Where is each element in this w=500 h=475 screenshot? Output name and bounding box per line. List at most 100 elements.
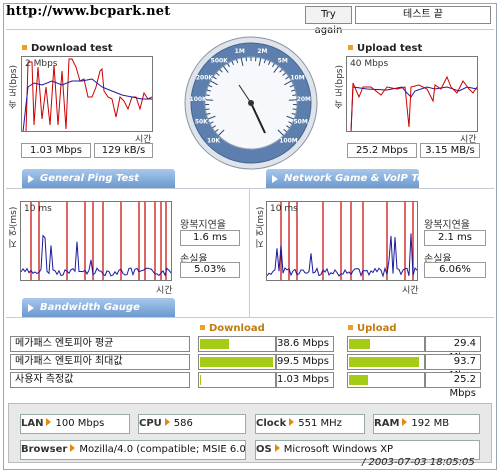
game-latency-label: 왕복지연율 (424, 220, 470, 231)
game-ping-time-label: 시간 (402, 286, 419, 296)
upload-bar-fill (349, 357, 419, 367)
ping-center-divider (249, 189, 250, 317)
game-ping-banner: Network Game & VoIP Test (266, 169, 434, 188)
bullet-icon (200, 325, 205, 330)
general-ping-banner: General Ping Test (22, 169, 175, 188)
arrow-right-icon (164, 418, 170, 426)
general-ping-time-label: 시간 (156, 286, 173, 296)
upload-test-title: Upload test (348, 43, 422, 54)
arrow-right-icon (28, 175, 34, 183)
upload-trace-red (350, 75, 477, 131)
upload-trace-blue (350, 86, 477, 131)
upload-bar-fill (349, 375, 368, 385)
arrow-right-icon (28, 304, 34, 312)
bandwidth-banner: Bandwidth Gauge (22, 298, 175, 317)
download-graph: 2 Mbps (21, 56, 153, 132)
game-loss-value: 6.06% (424, 262, 486, 278)
gauge-scale-label: 500K (211, 58, 229, 65)
upload-value: 93.7 Mbps (425, 354, 481, 381)
gauge-scale-label: 200K (196, 75, 214, 82)
bandwidth-download-header: Download (200, 323, 265, 334)
general-ping-scale-label: 10 ms (24, 204, 52, 214)
try-again-button[interactable]: Try again (305, 6, 352, 36)
download-bar-fill (200, 357, 274, 367)
game-ping-scale-label: 10 ms (270, 204, 298, 214)
cpu-info: CPU 586 (138, 414, 246, 434)
gauge-scale-label: 2M (257, 48, 267, 55)
gauge-hub (248, 100, 254, 106)
bandwidth-divider (6, 317, 494, 318)
gauge-scale-label: 50M (293, 119, 307, 126)
speed-gauge: 10K 50K 100K 200K 500K 1M 2M 5M 10M 20M 50M 100M (183, 35, 319, 171)
download-scale-label: 2 Mbps (25, 59, 58, 69)
upload-graph: 40 Mbps (346, 56, 478, 132)
arrow-right-icon (274, 444, 280, 452)
upload-bar (347, 354, 425, 370)
bullet-icon (22, 45, 27, 50)
upload-value: 25.2 Mbps (425, 372, 481, 399)
download-trace-blue (22, 78, 152, 131)
download-speed-bps: 1.03 Mbps (21, 143, 91, 158)
gauge-scale-label: 10K (207, 137, 220, 144)
download-trace-red (25, 58, 152, 131)
gauge-scale-label: 100M (279, 137, 298, 144)
arrow-right-icon (402, 418, 408, 426)
upload-value: 29.4 Mbps (425, 336, 481, 363)
general-loss-value: 5.03% (180, 262, 240, 278)
game-latency-value: 2.1 ms (424, 230, 486, 246)
bandwidth-row-label: 메가패스 엔토피아 평균 (10, 336, 190, 352)
bandwidth-row-label: 메가패스 엔토피아 최대값 (10, 354, 190, 370)
upload-bar (347, 336, 425, 352)
gauge-tick (288, 99, 297, 101)
clock-info: Clock 551 MHz (255, 414, 365, 434)
download-axis-label: 속 도(bps) (9, 65, 19, 109)
general-ping-graph: 10 ms (20, 201, 172, 281)
upload-scale-label: 40 Mbps (350, 59, 389, 69)
game-ping-graph: 10 ms (266, 201, 418, 281)
download-value: 38.6 Mbps (276, 336, 334, 352)
download-value: 99.5 Mbps (276, 354, 334, 370)
upload-axis-label: 속 도(bps) (335, 65, 345, 109)
gauge-scale-label: 50K (195, 119, 208, 126)
arrow-right-icon (272, 175, 278, 183)
upload-bar-fill (349, 339, 371, 349)
bandwidth-upload-header: Upload (348, 323, 396, 334)
upload-bar (347, 372, 425, 388)
general-latency-value: 1.6 ms (180, 230, 240, 246)
gauge-scale-label: 20M (297, 96, 311, 103)
lan-info: LAN 100 Mbps (20, 414, 130, 434)
header-divider (6, 29, 494, 30)
gauge-tick (292, 108, 297, 111)
test-timestamp: / 2003-07-03 18:05:05 (362, 457, 475, 468)
bullet-icon (348, 45, 353, 50)
gauge-scale-label: 5M (278, 58, 288, 65)
upload-speed-bps: 25.2 Mbps (347, 143, 417, 158)
speed-gauge-svg: 10K 50K 100K 200K 500K 1M 2M 5M 10M 20M 50M 100M (184, 36, 318, 170)
arrow-right-icon (289, 418, 295, 426)
test-end-status: 테스트 끝 (355, 6, 491, 24)
download-bar (198, 372, 276, 388)
download-speed-bytes: 129 kB/s (94, 143, 153, 158)
download-value: 1.03 Mbps (276, 372, 334, 388)
arrow-right-icon (46, 418, 52, 426)
gauge-scale-label: 100K (190, 96, 208, 103)
gauge-scale-label: 10M (290, 75, 304, 82)
download-bar (198, 354, 276, 370)
ram-info: RAM 192 MB (373, 414, 480, 434)
ping-latency-trace (267, 233, 417, 278)
browser-info: Browser Mozilla/4.0 (compatible; MSIE 6.0 (20, 440, 246, 460)
download-bar-fill (200, 375, 202, 385)
bullet-icon (348, 325, 353, 330)
gauge-scale-label: 1M (235, 48, 245, 55)
arrow-right-icon (70, 444, 76, 452)
download-test-title: Download test (22, 43, 113, 54)
download-bar (198, 336, 276, 352)
upload-speed-bytes: 3.15 MB/s (420, 143, 480, 158)
general-latency-label: 왕복지연율 (180, 220, 226, 231)
ping-latency-trace (21, 234, 171, 277)
ping-section-divider (6, 188, 494, 189)
download-bar-fill (200, 339, 229, 349)
gauge-tick (205, 108, 210, 111)
gauge-tick (292, 94, 297, 97)
bandwidth-row-label: 사용자 측정값 (10, 372, 190, 388)
